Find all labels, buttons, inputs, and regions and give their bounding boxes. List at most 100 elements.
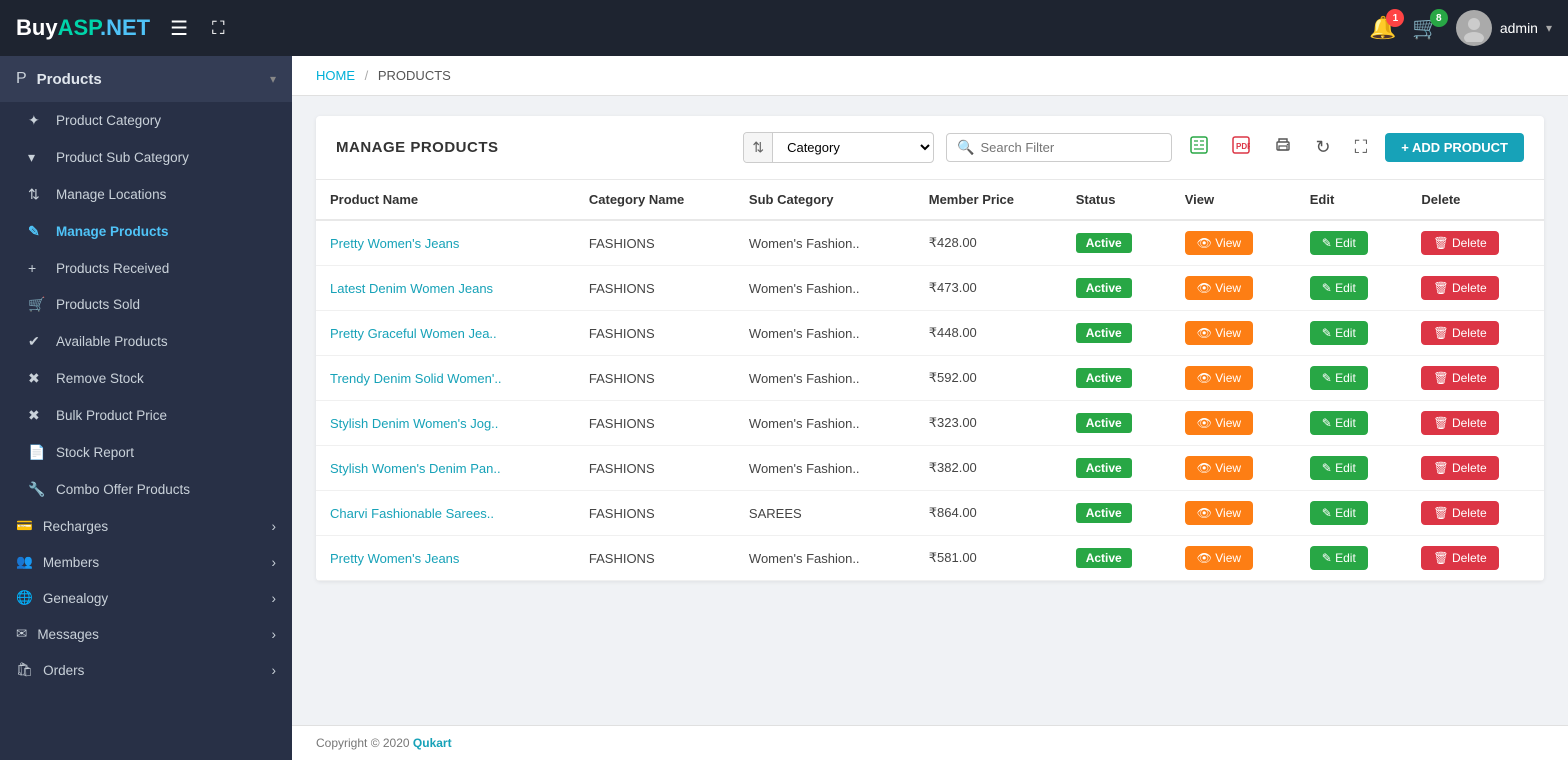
delete-button[interactable]: 🗑 Delete — [1421, 231, 1498, 255]
col-category-name: Category Name — [575, 180, 735, 220]
search-input[interactable] — [981, 140, 1161, 155]
recharges-chevron-icon: › — [272, 519, 277, 534]
manage-locations-icon: ⇅ — [28, 186, 46, 203]
product-name-link[interactable]: Pretty Women's Jeans — [330, 551, 459, 566]
cell-delete: 🗑 Delete — [1407, 356, 1544, 401]
category-filter[interactable]: ⇅ Category — [743, 132, 934, 163]
cell-view: 👁 View — [1171, 266, 1296, 311]
delete-button[interactable]: 🗑 Delete — [1421, 276, 1498, 300]
product-name-link[interactable]: Pretty Women's Jeans — [330, 236, 459, 251]
category-select-icon: ⇅ — [744, 133, 773, 162]
cell-member-price: ₹473.00 — [915, 266, 1062, 311]
sidebar-group-genealogy[interactable]: 🌐 Genealogy › — [0, 580, 292, 616]
recharges-icon: 💳 — [16, 518, 33, 534]
hamburger-icon[interactable]: ☰ — [170, 16, 188, 41]
delete-button[interactable]: 🗑 Delete — [1421, 366, 1498, 390]
view-button[interactable]: 👁 View — [1185, 276, 1253, 300]
delete-button[interactable]: 🗑 Delete — [1421, 501, 1498, 525]
products-card: MANAGE PRODUCTS ⇅ Category 🔍 — [316, 116, 1544, 581]
add-product-button[interactable]: + ADD PRODUCT — [1385, 133, 1524, 162]
delete-button[interactable]: 🗑 Delete — [1421, 411, 1498, 435]
edit-button[interactable]: ✎ Edit — [1310, 231, 1368, 255]
sidebar-item-available-products[interactable]: ✔ Available Products — [0, 323, 292, 360]
products-section-icon: P — [16, 70, 27, 88]
combo-offer-icon: 🔧 — [28, 481, 46, 498]
manage-products-icon: ✎ — [28, 223, 46, 240]
cell-member-price: ₹864.00 — [915, 491, 1062, 536]
cell-edit: ✎ Edit — [1296, 536, 1408, 581]
product-name-link[interactable]: Stylish Denim Women's Jog.. — [330, 416, 498, 431]
sidebar-item-manage-products[interactable]: ✎ Manage Products — [0, 213, 292, 250]
sidebar-item-stock-report[interactable]: 📄 Stock Report — [0, 434, 292, 471]
cell-delete: 🗑 Delete — [1407, 491, 1544, 536]
fullscreen-button[interactable]: ⛶ — [1349, 133, 1374, 162]
sidebar-group-orders[interactable]: 🛍 Orders › — [0, 652, 292, 688]
messages-icon: ✉ — [16, 626, 27, 642]
status-badge: Active — [1076, 368, 1132, 388]
sidebar-group-members[interactable]: 👥 Members › — [0, 544, 292, 580]
view-button[interactable]: 👁 View — [1185, 501, 1253, 525]
refresh-button[interactable]: ↻ — [1310, 133, 1337, 162]
view-button[interactable]: 👁 View — [1185, 411, 1253, 435]
category-select-dropdown[interactable]: Category — [773, 133, 933, 162]
footer-brand-link[interactable]: Qukart — [413, 736, 452, 750]
view-button[interactable]: 👁 View — [1185, 231, 1253, 255]
view-button[interactable]: 👁 View — [1185, 366, 1253, 390]
cell-member-price: ₹428.00 — [915, 220, 1062, 266]
col-edit: Edit — [1296, 180, 1408, 220]
cart-button[interactable]: 🛒 8 — [1412, 15, 1439, 41]
sidebar-section-products[interactable]: P Products ▾ — [0, 56, 292, 102]
cell-delete: 🗑 Delete — [1407, 311, 1544, 356]
user-menu-chevron-icon: ▾ — [1546, 21, 1552, 35]
cell-sub-category: Women's Fashion.. — [735, 266, 915, 311]
table-row: Pretty Women's Jeans FASHIONS Women's Fa… — [316, 220, 1544, 266]
user-menu[interactable]: admin ▾ — [1456, 10, 1552, 46]
avatar — [1456, 10, 1492, 46]
sidebar-item-products-sold[interactable]: 🛒 Products Sold — [0, 286, 292, 323]
cell-category-name: FASHIONS — [575, 220, 735, 266]
product-name-link[interactable]: Latest Denim Women Jeans — [330, 281, 493, 296]
delete-button[interactable]: 🗑 Delete — [1421, 456, 1498, 480]
edit-button[interactable]: ✎ Edit — [1310, 411, 1368, 435]
cell-status: Active — [1062, 401, 1171, 446]
product-name-link[interactable]: Charvi Fashionable Sarees.. — [330, 506, 494, 521]
sidebar-item-manage-locations[interactable]: ⇅ Manage Locations — [0, 176, 292, 213]
sidebar-item-products-received[interactable]: + Products Received — [0, 250, 292, 286]
sidebar-item-product-sub-category[interactable]: ▾ Product Sub Category — [0, 139, 292, 176]
product-name-link[interactable]: Stylish Women's Denim Pan.. — [330, 461, 501, 476]
sidebar-item-bulk-product-price[interactable]: ✖ Bulk Product Price — [0, 397, 292, 434]
breadcrumb-home[interactable]: HOME — [316, 68, 355, 83]
edit-button[interactable]: ✎ Edit — [1310, 456, 1368, 480]
sidebar-item-combo-offer-products[interactable]: 🔧 Combo Offer Products — [0, 471, 292, 508]
product-name-link[interactable]: Trendy Denim Solid Women'.. — [330, 371, 502, 386]
cell-view: 👁 View — [1171, 401, 1296, 446]
view-button[interactable]: 👁 View — [1185, 546, 1253, 570]
sidebar-item-remove-stock[interactable]: ✖ Remove Stock — [0, 360, 292, 397]
sidebar-item-product-category[interactable]: ✦ Product Category — [0, 102, 292, 139]
delete-button[interactable]: 🗑 Delete — [1421, 546, 1498, 570]
table-row: Stylish Denim Women's Jog.. FASHIONS Wom… — [316, 401, 1544, 446]
edit-button[interactable]: ✎ Edit — [1310, 276, 1368, 300]
cell-sub-category: Women's Fashion.. — [735, 356, 915, 401]
view-button[interactable]: 👁 View — [1185, 321, 1253, 345]
cell-edit: ✎ Edit — [1296, 220, 1408, 266]
view-button[interactable]: 👁 View — [1185, 456, 1253, 480]
edit-button[interactable]: ✎ Edit — [1310, 546, 1368, 570]
expand-icon[interactable]: ⛶ — [212, 18, 225, 39]
sidebar-item-label: Combo Offer Products — [56, 482, 190, 497]
cell-status: Active — [1062, 536, 1171, 581]
sidebar-group-messages[interactable]: ✉ Messages › — [0, 616, 292, 652]
edit-button[interactable]: ✎ Edit — [1310, 501, 1368, 525]
print-button[interactable] — [1268, 132, 1298, 163]
export-excel-button[interactable] — [1184, 132, 1214, 163]
product-name-link[interactable]: Pretty Graceful Women Jea.. — [330, 326, 497, 341]
notification-bell[interactable]: 🔔 1 — [1369, 15, 1396, 41]
sidebar-item-label: Available Products — [56, 334, 168, 349]
edit-button[interactable]: ✎ Edit — [1310, 321, 1368, 345]
sidebar-group-recharges[interactable]: 💳 Recharges › — [0, 508, 292, 544]
breadcrumb-current: PRODUCTS — [378, 68, 451, 83]
messages-chevron-icon: › — [272, 627, 277, 642]
export-pdf-button[interactable]: PDF — [1226, 132, 1256, 163]
delete-button[interactable]: 🗑 Delete — [1421, 321, 1498, 345]
edit-button[interactable]: ✎ Edit — [1310, 366, 1368, 390]
